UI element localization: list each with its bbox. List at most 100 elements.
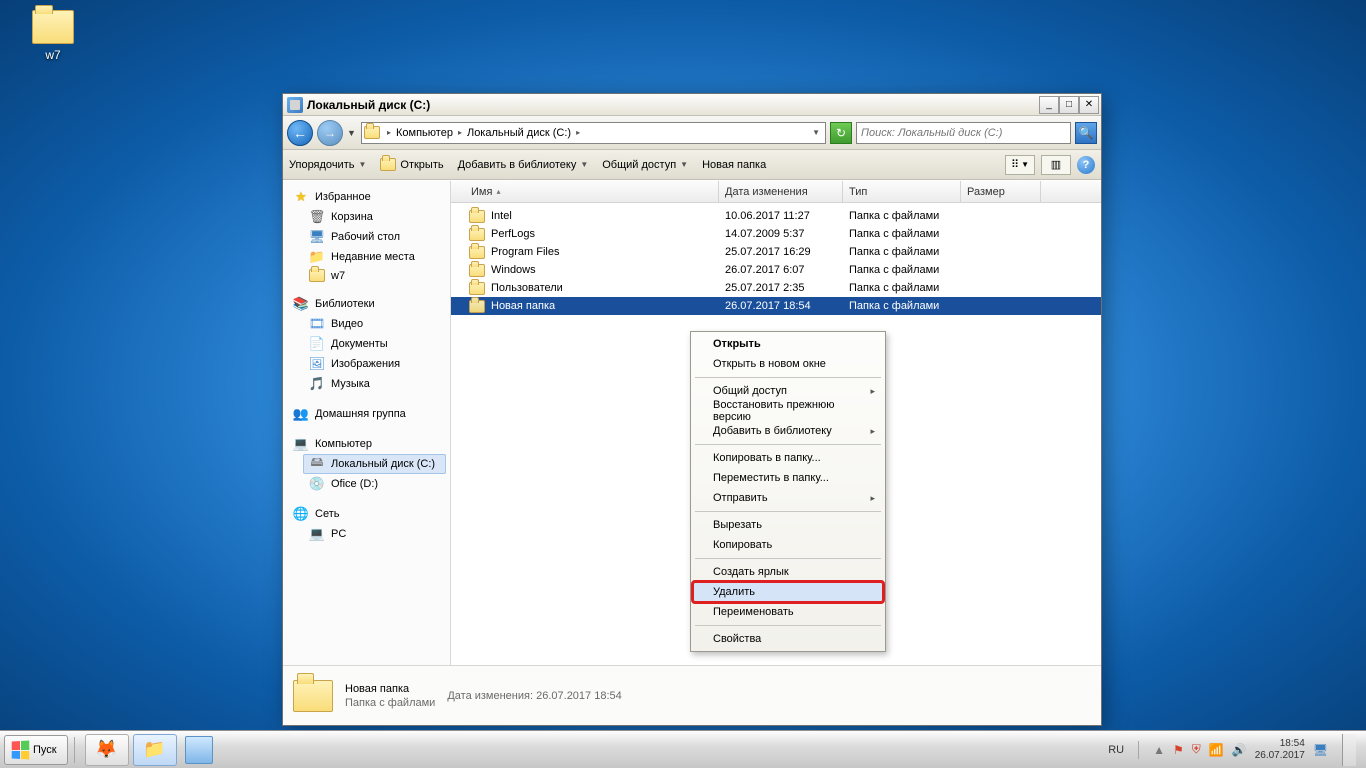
file-name: PerfLogs (491, 228, 535, 240)
help-button[interactable]: ? (1077, 156, 1095, 174)
details-meta-value: 26.07.2017 18:54 (536, 690, 622, 702)
col-size[interactable]: Размер (961, 181, 1041, 202)
tray-clock[interactable]: 18:54 26.07.2017 (1255, 738, 1305, 762)
cmd-add-library[interactable]: Добавить в библиотеку ▼ (458, 159, 589, 171)
folder-icon (32, 10, 74, 44)
separator (695, 558, 881, 559)
sb-recent[interactable]: 📁Недавние места (283, 247, 450, 267)
sb-trash[interactable]: 🗑Корзина (283, 207, 450, 227)
ctx-copy[interactable]: Копировать (693, 535, 883, 555)
sb-desktop[interactable]: 🖥Рабочий стол (283, 227, 450, 247)
nav-forward-button[interactable]: → (317, 120, 343, 146)
sb-music[interactable]: 🎵Музыка (283, 374, 450, 394)
file-row[interactable]: Program Files25.07.2017 16:29Папка с фай… (451, 243, 1101, 261)
system-tray: RU ▲ ⚑ ⛨ 📶 🔊 18:54 26.07.2017 🖥 (1108, 734, 1362, 766)
tray-shield-icon[interactable]: ⛨ (1192, 742, 1201, 757)
crumb-disk[interactable]: Локальный диск (C:) (465, 127, 573, 139)
file-date: 26.07.2017 6:07 (719, 264, 843, 276)
sb-docs[interactable]: 📄Документы (283, 334, 450, 354)
nav-history-dropdown[interactable]: ▼ (347, 128, 357, 138)
ctx-shortcut[interactable]: Создать ярлык (693, 562, 883, 582)
crumb-computer[interactable]: Компьютер (394, 127, 455, 139)
ctx-cut[interactable]: Вырезать (693, 515, 883, 535)
file-row[interactable]: Пользователи25.07.2017 2:35Папка с файла… (451, 279, 1101, 297)
sb-homegroup[interactable]: 👥Домашняя группа (283, 404, 450, 424)
cmd-open[interactable]: Открыть (380, 158, 443, 171)
ctx-open-new[interactable]: Открыть в новом окне (693, 354, 883, 374)
chevron-right-icon[interactable]: ▸ (455, 128, 465, 137)
minimize-button[interactable]: _ (1039, 96, 1059, 114)
tray-monitor-icon[interactable]: 🖥 (1313, 743, 1328, 757)
col-name[interactable]: Имя▴ (465, 181, 719, 202)
sb-video[interactable]: 🎞Видео (283, 314, 450, 334)
ctx-send-to[interactable]: Отправить▸ (693, 488, 883, 508)
start-button[interactable]: Пуск (4, 735, 68, 765)
col-date[interactable]: Дата изменения (719, 181, 843, 202)
address-bar[interactable]: ▸ Компьютер ▸ Локальный диск (C:) ▸ ▼ (361, 122, 826, 144)
tray-volume-icon[interactable]: 🔊 (1232, 743, 1247, 757)
sb-network[interactable]: 🌐Сеть (283, 504, 450, 524)
file-type: Папка с файлами (843, 282, 961, 294)
close-button[interactable]: ✕ (1079, 96, 1099, 114)
chevron-right-icon[interactable]: ▸ (573, 128, 583, 137)
music-icon: 🎵 (309, 376, 325, 392)
windows-logo-icon (12, 740, 30, 759)
ctx-delete[interactable]: Удалить (693, 582, 883, 602)
taskbar-sticky-note[interactable] (185, 736, 213, 764)
file-row[interactable]: PerfLogs14.07.2009 5:37Папка с файлами (451, 225, 1101, 243)
tray-time: 18:54 (1255, 738, 1305, 750)
show-desktop-button[interactable] (1342, 734, 1356, 766)
sb-drive-d[interactable]: 💿Ofice (D:) (283, 474, 450, 494)
ctx-rename[interactable]: Переименовать (693, 602, 883, 622)
file-row[interactable]: Windows26.07.2017 6:07Папка с файлами (451, 261, 1101, 279)
sb-pc[interactable]: 💻PC (283, 524, 450, 544)
sb-libraries[interactable]: 📚Библиотеки (283, 294, 450, 314)
folder-icon (469, 300, 485, 313)
col-type[interactable]: Тип (843, 181, 961, 202)
chevron-right-icon[interactable]: ▸ (384, 128, 394, 137)
file-type: Папка с файлами (843, 228, 961, 240)
file-date: 26.07.2017 18:54 (719, 300, 843, 312)
separator (74, 737, 75, 763)
nav-back-button[interactable]: ← (287, 120, 313, 146)
address-dropdown[interactable]: ▼ (809, 128, 823, 137)
ctx-restore[interactable]: Восстановить прежнюю версию (693, 401, 883, 421)
start-label: Пуск (33, 744, 57, 756)
taskbar-explorer[interactable]: 📁 (133, 734, 177, 766)
refresh-button[interactable]: ↻ (830, 122, 852, 144)
ctx-props[interactable]: Свойства (693, 629, 883, 649)
tray-show-hidden-icon[interactable]: ▲ (1153, 743, 1165, 757)
details-meta-label: Дата изменения: (447, 690, 533, 702)
ctx-move-to[interactable]: Переместить в папку... (693, 468, 883, 488)
tray-lang[interactable]: RU (1108, 744, 1124, 756)
preview-pane-button[interactable]: ▥ (1041, 155, 1071, 175)
file-row[interactable]: Новая папка26.07.2017 18:54Папка с файла… (451, 297, 1101, 315)
sb-w7[interactable]: w7 (283, 267, 450, 284)
file-name: Windows (491, 264, 536, 276)
cmd-share[interactable]: Общий доступ ▼ (602, 159, 688, 171)
tray-network-icon[interactable]: 📶 (1209, 743, 1224, 757)
tray-flag-icon[interactable]: ⚑ (1173, 743, 1184, 757)
cmd-new-folder[interactable]: Новая папка (702, 159, 766, 171)
ctx-copy-to[interactable]: Копировать в папку... (693, 448, 883, 468)
ctx-add-lib[interactable]: Добавить в библиотеку▸ (693, 421, 883, 441)
search-button[interactable]: 🔍 (1075, 122, 1097, 144)
sb-computer[interactable]: 💻Компьютер (283, 434, 450, 454)
ctx-share[interactable]: Общий доступ▸ (693, 381, 883, 401)
maximize-button[interactable]: □ (1059, 96, 1079, 114)
taskbar-firefox[interactable]: 🦊 (85, 734, 129, 766)
sb-favorites[interactable]: ★Избранное (283, 187, 450, 207)
desktop-icon-w7[interactable]: w7 (18, 10, 88, 62)
titlebar[interactable]: Локальный диск (C:) _ □ ✕ (283, 94, 1101, 116)
sb-images[interactable]: 🖼Изображения (283, 354, 450, 374)
search-box[interactable] (856, 122, 1071, 144)
view-options-button[interactable]: ⠿ ▼ (1005, 155, 1035, 175)
file-name: Пользователи (491, 282, 563, 294)
details-type: Папка с файлами (345, 697, 435, 709)
cmd-organize[interactable]: Упорядочить ▼ (289, 159, 366, 171)
search-input[interactable] (857, 127, 1070, 139)
context-menu: Открыть Открыть в новом окне Общий досту… (690, 331, 886, 652)
ctx-open[interactable]: Открыть (693, 334, 883, 354)
sb-drive-c[interactable]: 🖴Локальный диск (C:) (303, 454, 446, 474)
file-row[interactable]: Intel10.06.2017 11:27Папка с файлами (451, 207, 1101, 225)
